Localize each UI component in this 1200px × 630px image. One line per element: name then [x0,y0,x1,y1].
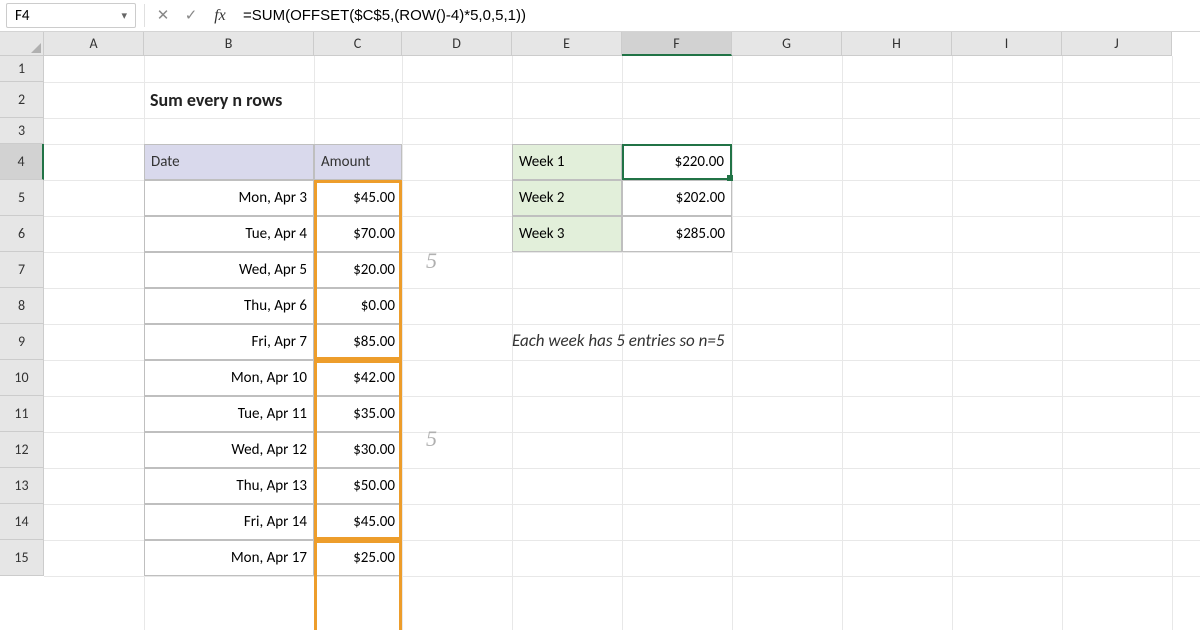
chevron-down-icon[interactable]: ▾ [121,9,127,22]
cancel-icon[interactable]: ✕ [149,0,177,31]
column-header-J[interactable]: J [1062,32,1172,56]
column-header-E[interactable]: E [512,32,622,56]
row-header-2[interactable]: 2 [0,82,44,118]
caption-text: Each week has 5 entries so n=5 [512,330,724,351]
row-header-11[interactable]: 11 [0,396,44,432]
row-header-5[interactable]: 5 [0,180,44,216]
table-row[interactable]: Tue, Apr 4 [144,216,314,252]
excel-window: F4 ▾ ✕ ✓ fx ABCDEFGHIJ 12345678910111213… [0,0,1200,630]
fx-icon[interactable]: fx [205,0,235,31]
table-row[interactable]: $70.00 [314,216,402,252]
table-row[interactable]: Fri, Apr 7 [144,324,314,360]
enter-icon[interactable]: ✓ [177,0,205,31]
column-header-C[interactable]: C [314,32,402,56]
table-row[interactable]: $25.00 [314,540,402,576]
column-header-B[interactable]: B [144,32,314,56]
fill-handle[interactable] [727,175,733,181]
column-header-F[interactable]: F [622,32,732,56]
table-row[interactable]: $45.00 [314,180,402,216]
row-header-13[interactable]: 13 [0,468,44,504]
summary-value-3[interactable]: $285.00 [622,216,732,252]
row-header-10[interactable]: 10 [0,360,44,396]
summary-value-2[interactable]: $202.00 [622,180,732,216]
row-header-7[interactable]: 7 [0,252,44,288]
column-header-G[interactable]: G [732,32,842,56]
column-header-H[interactable]: H [842,32,952,56]
table-row[interactable]: Fri, Apr 14 [144,504,314,540]
column-header-D[interactable]: D [402,32,512,56]
row-header-12[interactable]: 12 [0,432,44,468]
row-header-1[interactable]: 1 [0,56,44,82]
row-headers: 123456789101112131415 [0,56,44,576]
table-row[interactable]: Thu, Apr 6 [144,288,314,324]
table-row[interactable]: $45.00 [314,504,402,540]
table-row[interactable]: $0.00 [314,288,402,324]
summary-value-1-text: $220.00 [675,153,724,171]
formula-bar: F4 ▾ ✕ ✓ fx [0,0,1200,32]
row-header-4[interactable]: 4 [0,144,44,180]
table-row[interactable]: $20.00 [314,252,402,288]
summary-label-2[interactable]: Week 2 [512,180,622,216]
name-box-value: F4 [15,7,30,25]
select-all-corner[interactable] [0,32,44,56]
table-row[interactable]: $35.00 [314,396,402,432]
summary-label-1[interactable]: Week 1 [512,144,622,180]
table-header-date[interactable]: Date [144,144,314,180]
table-row[interactable]: Mon, Apr 10 [144,360,314,396]
row-header-9[interactable]: 9 [0,324,44,360]
table-row[interactable]: $85.00 [314,324,402,360]
page-title: Sum every n rows [144,82,544,118]
column-headers: ABCDEFGHIJ [44,32,1172,56]
table-row[interactable]: Thu, Apr 13 [144,468,314,504]
summary-label-3[interactable]: Week 3 [512,216,622,252]
separator [144,4,145,27]
table-row[interactable]: Tue, Apr 11 [144,396,314,432]
spreadsheet-grid[interactable]: ABCDEFGHIJ 123456789101112131415 Sum eve… [0,32,1200,630]
row-header-8[interactable]: 8 [0,288,44,324]
row-header-3[interactable]: 3 [0,118,44,144]
formula-input[interactable] [235,0,1200,31]
table-row[interactable]: Wed, Apr 5 [144,252,314,288]
table-row[interactable]: Wed, Apr 12 [144,432,314,468]
table-row[interactable]: $50.00 [314,468,402,504]
row-header-6[interactable]: 6 [0,216,44,252]
name-box[interactable]: F4 ▾ [6,3,136,28]
row-header-14[interactable]: 14 [0,504,44,540]
table-row[interactable]: Mon, Apr 3 [144,180,314,216]
table-row[interactable]: Mon, Apr 17 [144,540,314,576]
column-header-I[interactable]: I [952,32,1062,56]
table-row[interactable]: $42.00 [314,360,402,396]
table-row[interactable]: $30.00 [314,432,402,468]
row-header-15[interactable]: 15 [0,540,44,576]
column-header-A[interactable]: A [44,32,144,56]
summary-value-1[interactable]: $220.00 [622,144,732,180]
table-header-amount[interactable]: Amount [314,144,402,180]
annotation-five-1: 5 [426,248,437,274]
annotation-five-2: 5 [426,426,437,452]
